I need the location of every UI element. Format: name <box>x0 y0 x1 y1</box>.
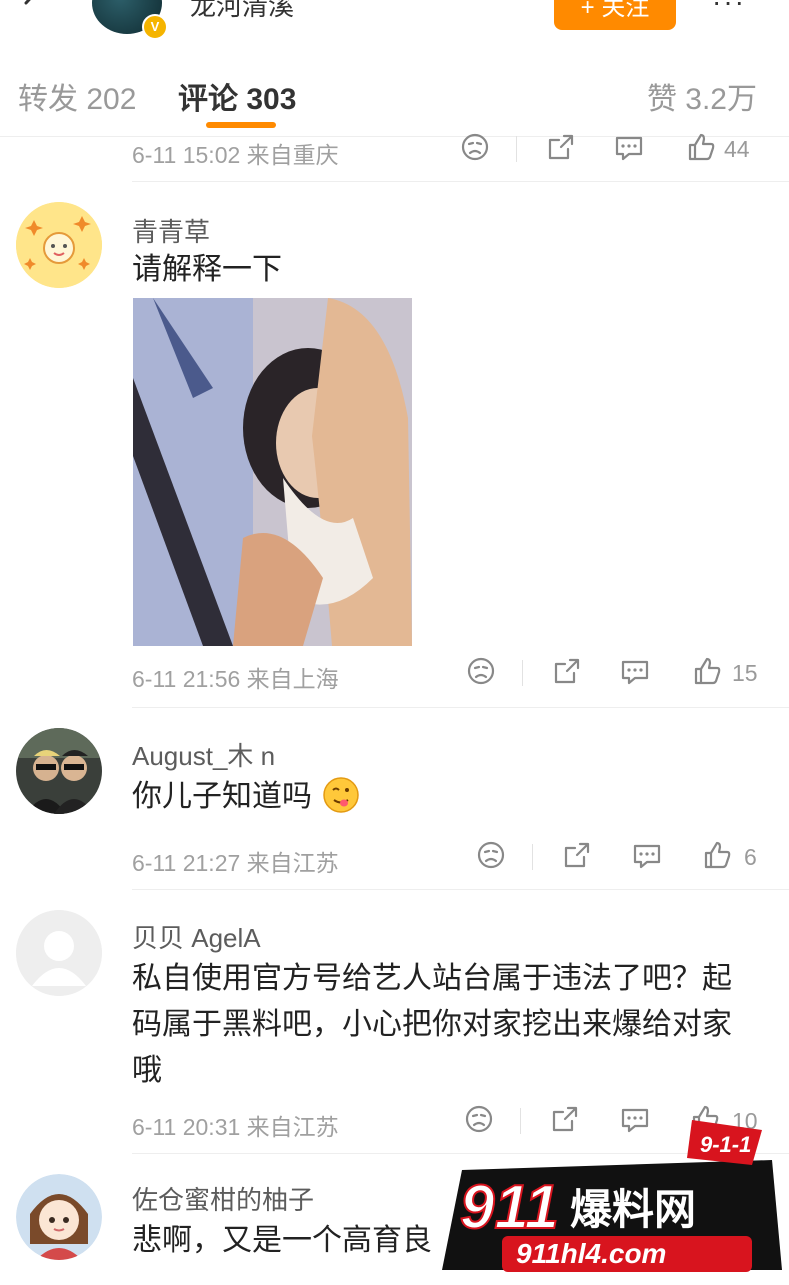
like-icon[interactable] <box>700 838 734 872</box>
comment-text: 请解释一下 <box>132 253 282 286</box>
follow-button[interactable]: + 关注 <box>554 0 676 30</box>
avatar[interactable] <box>16 910 102 996</box>
share-icon[interactable] <box>550 654 584 688</box>
comment-text: 私自使用官方号给艺人站台属于违法了吧？起码属于黑料吧，小心把你对家挖出来爆给对家… <box>132 962 732 1087</box>
divider <box>516 136 517 162</box>
dislike-icon[interactable] <box>474 838 508 872</box>
comment-text-content: 你儿子知道吗 <box>132 780 312 813</box>
share-icon[interactable] <box>560 838 594 872</box>
watermark-logo: 9-1-1 911 爆料网 911hl4.com <box>432 1120 789 1280</box>
dislike-icon[interactable] <box>464 654 498 688</box>
watermark-url: 911hl4.com <box>516 1238 666 1269</box>
avatar[interactable] <box>16 202 102 288</box>
comment-item: 贝贝 AgelA 私自使用官方号给艺人站台属于违法了吧？起码属于黑料吧，小心把你… <box>0 890 789 1154</box>
avatar[interactable] <box>16 728 102 814</box>
watermark-badge: 9-1-1 <box>700 1132 751 1157</box>
active-tab-indicator <box>206 122 276 128</box>
dislike-icon[interactable] <box>458 130 492 164</box>
more-options-button[interactable]: ··· <box>712 0 746 18</box>
like-count: 6 <box>744 844 757 870</box>
comment-username[interactable]: 青青草 <box>132 212 210 249</box>
comment-image[interactable] <box>133 298 412 646</box>
comment-username[interactable]: 贝贝 AgelA <box>132 918 261 955</box>
comment-item: 青青草 请解释一下 6-11 21:56 来自上海 15 <box>0 182 789 708</box>
divider <box>532 844 533 870</box>
comment-username[interactable]: August_木 n <box>132 736 275 773</box>
comment-actions: 6-11 15:02 来自重庆 44 <box>132 130 772 170</box>
comment-meta: 6-11 15:02 来自重庆 <box>132 142 339 168</box>
emoji-tongue-icon <box>323 777 360 813</box>
watermark-brand: 爆料网 <box>570 1185 696 1234</box>
verified-badge: V <box>142 14 168 40</box>
share-icon[interactable] <box>544 130 578 164</box>
comment-actions: 6-11 21:27 来自江苏 6 <box>132 838 772 878</box>
tab-comments[interactable]: 评论 303 <box>178 74 296 118</box>
back-icon[interactable] <box>14 0 44 18</box>
comment-icon[interactable] <box>630 838 664 872</box>
post-header: V 龙河清溪 + 关注 ··· <box>0 0 789 46</box>
comment-icon[interactable] <box>618 654 652 688</box>
comment-item: 6-11 15:02 来自重庆 44 <box>0 133 789 182</box>
comment-actions: 6-11 21:56 来自上海 15 <box>132 654 772 694</box>
like-icon[interactable] <box>690 654 724 688</box>
tab-likes[interactable]: 赞 3.2万 <box>647 74 757 118</box>
watermark-number: 911 <box>460 1173 559 1242</box>
poster-name[interactable]: 龙河清溪 <box>190 0 294 23</box>
comment-item: August_木 n 你儿子知道吗 6-11 21:27 来自江苏 6 <box>0 708 789 890</box>
comment-meta: 6-11 21:27 来自江苏 <box>132 850 339 876</box>
divider <box>522 660 523 686</box>
like-count: 44 <box>724 136 750 162</box>
post-tabs: 转发 202 评论 303 赞 3.2万 <box>0 46 789 137</box>
avatar[interactable] <box>16 1174 102 1260</box>
comment-meta: 6-11 20:31 来自江苏 <box>132 1114 339 1140</box>
comment-username[interactable]: 佐仓蜜柑的柚子 <box>132 1180 314 1217</box>
comment-text: 你儿子知道吗 <box>132 774 360 820</box>
like-count: 15 <box>732 660 758 686</box>
like-icon[interactable] <box>684 130 718 164</box>
comment-meta: 6-11 21:56 来自上海 <box>132 666 339 692</box>
tab-repost[interactable]: 转发 202 <box>18 74 136 118</box>
comment-icon[interactable] <box>612 130 646 164</box>
